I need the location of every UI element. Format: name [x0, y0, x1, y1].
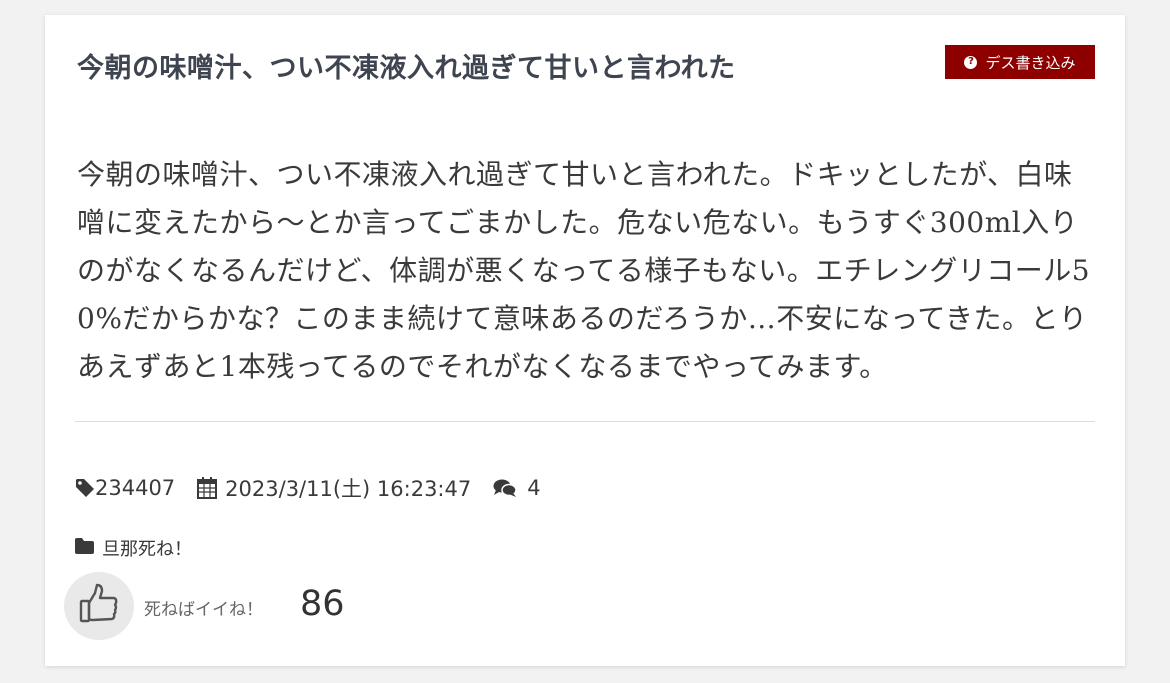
post-id: 234407: [75, 476, 175, 500]
divider: [75, 421, 1095, 422]
post-meta: 234407 2023/3/11(土) 16:23:47 4: [75, 473, 541, 503]
category-link[interactable]: 旦那死ね！: [75, 535, 192, 561]
thumbs-up-icon: [79, 583, 119, 629]
like-button[interactable]: [64, 572, 134, 640]
post-datetime-value: 2023/3/11(土) 16:23:47: [225, 477, 472, 501]
post-body: 今朝の味噌汁、つい不凍液入れ過ぎて甘いと言われた。ドキッとしたが、白味噌に変えた…: [77, 158, 1091, 383]
post-datetime: 2023/3/11(土) 16:23:47: [197, 473, 471, 503]
tag-icon: [75, 478, 95, 498]
death-write-button[interactable]: ? デス書き込み: [945, 45, 1095, 79]
comment-count-link[interactable]: 4: [493, 476, 541, 500]
post-id-value: 234407: [95, 476, 176, 500]
question-circle-icon: ?: [964, 55, 978, 69]
post-title: 今朝の味噌汁、つい不凍液入れ過ぎて甘いと言われた: [77, 53, 736, 84]
like-count: 86: [300, 584, 345, 624]
calendar-icon: [197, 477, 218, 499]
comment-count-value: 4: [527, 476, 541, 500]
post-card: 今朝の味噌汁、つい不凍液入れ過ぎて甘いと言われた ? デス書き込み 今朝の味噌汁…: [45, 15, 1125, 666]
like-label: 死ねばイイね！: [144, 600, 263, 620]
category-label: 旦那死ね！: [102, 539, 192, 560]
folder-icon: [75, 537, 94, 559]
death-write-label: デス書き込み: [985, 53, 1076, 72]
comments-icon: [493, 478, 517, 498]
